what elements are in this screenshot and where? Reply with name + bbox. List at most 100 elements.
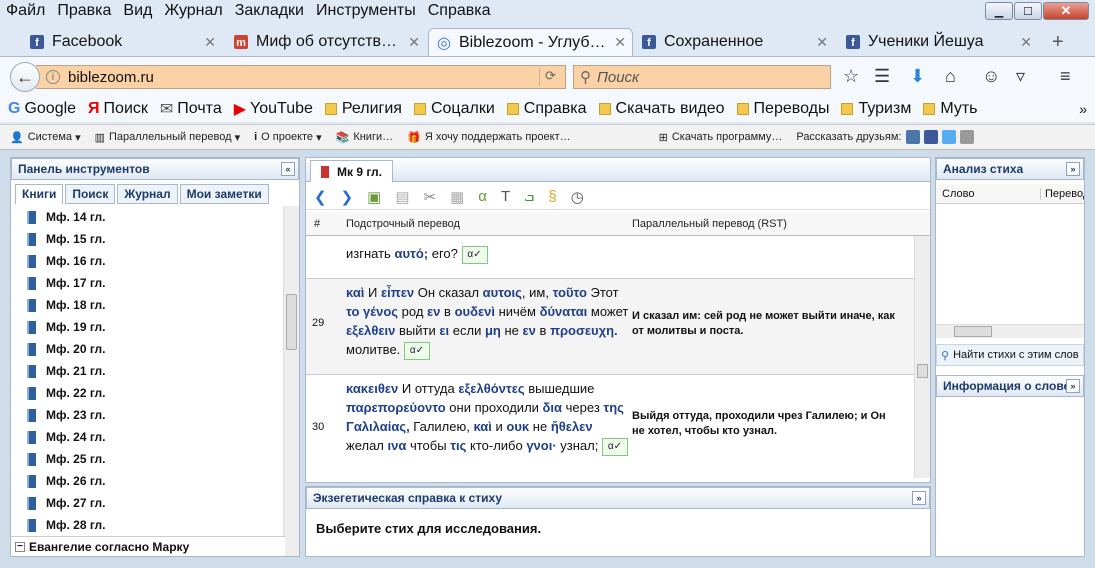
hebrew-icon[interactable]: ܒ bbox=[524, 188, 534, 205]
bookmark-translations[interactable]: Переводы bbox=[736, 100, 829, 118]
chapter-item[interactable]: Мф. 25 гл. bbox=[11, 448, 285, 470]
tab-biblezoom[interactable]: ◎ Biblezoom - Углуб… ✕ bbox=[428, 28, 633, 56]
menu-bookmarks[interactable]: Закладки bbox=[235, 2, 304, 20]
menu-tools[interactable]: Инструменты bbox=[316, 2, 416, 20]
twitter-icon[interactable] bbox=[941, 130, 956, 144]
tab-notes[interactable]: Мои заметки bbox=[179, 184, 269, 204]
close-tab-icon[interactable]: ✕ bbox=[408, 34, 420, 51]
chapter-item[interactable]: Мф. 27 гл. bbox=[11, 492, 285, 514]
download-link[interactable]: ⊞ Скачать программу… bbox=[659, 131, 783, 144]
tab-myth[interactable]: m Миф об отсутств… ✕ bbox=[226, 28, 426, 56]
chapter-item[interactable]: Мф. 17 гл. bbox=[11, 272, 285, 294]
chapter-item[interactable]: Мф. 24 гл. bbox=[11, 426, 285, 448]
vk-icon[interactable] bbox=[905, 130, 920, 144]
expand-info-icon[interactable]: » bbox=[1066, 379, 1080, 393]
new-tab-button[interactable]: + bbox=[1044, 28, 1074, 56]
info-icon[interactable]: i bbox=[46, 70, 60, 84]
note-button[interactable]: α✓ bbox=[403, 341, 430, 360]
maximize-button[interactable]: ☐ bbox=[1014, 2, 1042, 20]
menu-view[interactable]: Вид bbox=[123, 2, 152, 20]
reload-icon[interactable]: ⟳ bbox=[539, 68, 561, 86]
back-button[interactable]: ← bbox=[10, 62, 40, 92]
bookmark-google[interactable]: G Google bbox=[8, 100, 76, 118]
expand-right-icon[interactable]: » bbox=[1066, 162, 1080, 176]
close-tab-icon[interactable]: ✕ bbox=[1020, 34, 1032, 51]
note-button[interactable]: α✓ bbox=[461, 245, 488, 264]
parallel-menu[interactable]: ▥ Параллельный перевод ▾ bbox=[95, 131, 241, 144]
tab-chapter[interactable]: Мк 9 гл. bbox=[310, 160, 393, 182]
collapse-left-icon[interactable]: « bbox=[281, 162, 295, 176]
bookmark-search[interactable]: Я Поиск bbox=[88, 100, 148, 118]
link-icon[interactable] bbox=[959, 130, 974, 144]
chapter-item[interactable]: Мф. 26 гл. bbox=[11, 470, 285, 492]
collapse-exegesis-icon[interactable]: » bbox=[912, 491, 926, 505]
home-icon[interactable]: ⌂ bbox=[945, 66, 956, 87]
about-menu[interactable]: iО проекте ▾ bbox=[254, 131, 322, 144]
menu-help[interactable]: Справка bbox=[428, 2, 491, 20]
clock-icon[interactable]: ◷ bbox=[571, 188, 584, 206]
scroll-thumb[interactable] bbox=[954, 326, 992, 337]
tab-search[interactable]: Поиск bbox=[65, 184, 116, 204]
table-icon[interactable]: ▦ bbox=[450, 188, 464, 206]
bookmark-tourism[interactable]: Туризм bbox=[841, 100, 911, 118]
more-bookmarks-icon[interactable]: » bbox=[1079, 101, 1087, 117]
scroll-thumb[interactable] bbox=[917, 364, 928, 378]
chapter-item[interactable]: Мф. 20 гл. bbox=[11, 338, 285, 360]
support-link[interactable]: 🎁 Я хочу поддержать проект… bbox=[407, 131, 571, 144]
tab-journal[interactable]: Журнал bbox=[117, 184, 178, 204]
close-tab-icon[interactable]: ✕ bbox=[816, 34, 828, 51]
col-parallel[interactable]: Параллельный перевод (RST) bbox=[632, 218, 787, 230]
tools-icon[interactable]: ✂ bbox=[424, 188, 437, 206]
col-translation[interactable]: Перевод bbox=[1040, 188, 1084, 200]
emoji-icon[interactable]: ☺ bbox=[982, 66, 1000, 87]
analysis-hscroll[interactable] bbox=[936, 324, 1084, 338]
left-scrollbar[interactable] bbox=[283, 206, 299, 556]
bookmark-help[interactable]: Справка bbox=[506, 100, 587, 118]
system-menu[interactable]: 👤 Система ▾ bbox=[10, 131, 81, 144]
chapter-item[interactable]: Мф. 15 гл. bbox=[11, 228, 285, 250]
close-tab-icon[interactable]: ✕ bbox=[204, 34, 216, 51]
facebook-share-icon[interactable] bbox=[923, 130, 938, 144]
text-scrollbar[interactable] bbox=[914, 236, 930, 478]
tab-disciples[interactable]: f Ученики Йешуа ✕ bbox=[838, 28, 1038, 56]
download-icon[interactable]: ⬇ bbox=[910, 66, 925, 87]
close-tab-icon[interactable]: ✕ bbox=[614, 34, 626, 51]
menu-file[interactable]: Файл bbox=[6, 2, 45, 20]
chapter-item[interactable]: Мф. 28 гл. bbox=[11, 514, 285, 536]
close-window-button[interactable]: ✕ bbox=[1043, 2, 1089, 20]
menu-edit[interactable]: Правка bbox=[57, 2, 111, 20]
chapter-item[interactable]: Мф. 14 гл. bbox=[11, 206, 285, 228]
chapter-item[interactable]: Мф. 23 гл. bbox=[11, 404, 285, 426]
collapse-node-icon[interactable]: − bbox=[15, 541, 25, 552]
search-input[interactable]: ⚲ Поиск bbox=[573, 65, 831, 89]
book-node-mark[interactable]: − Евангелие согласно Марку bbox=[11, 536, 285, 556]
note-button[interactable]: α✓ bbox=[601, 437, 628, 456]
reading-list-icon[interactable]: ☰ bbox=[874, 66, 890, 87]
scroll-icon[interactable]: § bbox=[548, 188, 556, 205]
bookmark-muddle[interactable]: Муть bbox=[923, 100, 978, 118]
chapter-item[interactable]: Мф. 21 гл. bbox=[11, 360, 285, 382]
books-menu[interactable]: 📚 Книги… bbox=[336, 131, 394, 144]
url-bar[interactable]: i biblezoom.ru ⟳ bbox=[36, 65, 566, 89]
bookmark-youtube[interactable]: ▶ YouTube bbox=[234, 99, 313, 119]
chapter-item[interactable]: Мф. 22 гл. bbox=[11, 382, 285, 404]
col-interlinear[interactable]: Подстрочный перевод bbox=[346, 218, 460, 230]
minimize-button[interactable]: ▁ bbox=[985, 2, 1013, 20]
bookmark-social[interactable]: Соцалки bbox=[413, 100, 495, 118]
chapter-item[interactable]: Мф. 19 гл. bbox=[11, 316, 285, 338]
add-note-icon[interactable]: ▣ bbox=[367, 188, 381, 206]
pocket-icon[interactable]: ▿ bbox=[1016, 66, 1025, 87]
chapter-item[interactable]: Мф. 16 гл. bbox=[11, 250, 285, 272]
star-icon[interactable]: ☆ bbox=[843, 66, 859, 87]
find-verses-button[interactable]: ⚲ Найти стихи с этим слов bbox=[936, 344, 1084, 366]
next-chapter-icon[interactable]: ❯ bbox=[341, 188, 354, 206]
font-icon[interactable]: T bbox=[501, 188, 510, 205]
greek-icon[interactable]: α bbox=[478, 188, 487, 205]
col-word[interactable]: Слово bbox=[942, 188, 974, 200]
prev-chapter-icon[interactable]: ❮ bbox=[314, 188, 327, 206]
bookmark-mail[interactable]: ✉ Почта bbox=[160, 99, 222, 119]
hamburger-menu-icon[interactable]: ≡ bbox=[1060, 66, 1071, 87]
tab-books[interactable]: Книги bbox=[15, 184, 64, 204]
bookmark-video[interactable]: Скачать видео bbox=[598, 100, 725, 118]
scroll-thumb[interactable] bbox=[286, 294, 297, 350]
